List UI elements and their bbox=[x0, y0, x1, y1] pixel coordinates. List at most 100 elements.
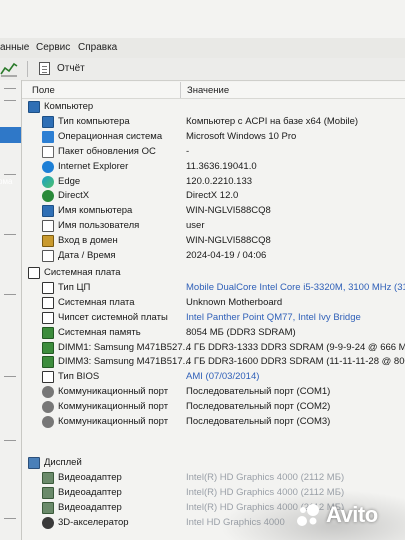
item-label: Коммуникационный порт bbox=[58, 416, 169, 427]
item-value: - bbox=[186, 145, 190, 157]
section-title: Системная плата bbox=[44, 267, 121, 278]
item-label: Коммуникационный порт bbox=[58, 401, 169, 413]
list-item[interactable]: Коммуникационный порт Последовательный по… bbox=[22, 415, 405, 430]
list-item[interactable]: Коммуникационный порт Последовательный по… bbox=[22, 400, 405, 415]
column-header-field[interactable]: Поле bbox=[32, 85, 55, 96]
port-icon bbox=[42, 386, 54, 399]
tree-connector bbox=[4, 294, 16, 295]
item-label: Операционная система bbox=[58, 130, 163, 142]
item-value[interactable]: Mobile DualCore Intel Core i5-3320M, 310… bbox=[186, 282, 405, 293]
menu-item-help[interactable]: Справка bbox=[78, 42, 117, 53]
tree-connector bbox=[4, 440, 16, 441]
chipset-icon bbox=[42, 311, 54, 324]
item-value: 120.0.2210.133 bbox=[186, 175, 253, 187]
item-value: user bbox=[186, 220, 205, 232]
item-label: Системная плата bbox=[58, 296, 135, 308]
list-item[interactable]: Системная память 8054 МБ (DDR3 SDRAM) bbox=[22, 326, 405, 341]
menu-item-service[interactable]: Сервис bbox=[36, 42, 70, 53]
section-header[interactable]: Компьютер bbox=[22, 100, 405, 115]
list-item[interactable]: Системная плата Unknown Motherboard bbox=[22, 296, 405, 311]
list-item[interactable]: Имя компьютера WIN-NGLVI588CQ8 bbox=[22, 204, 405, 219]
tree-connector bbox=[4, 234, 16, 235]
item-label: Видеоадаптер bbox=[58, 486, 122, 498]
item-value[interactable]: Intel Panther Point QM77, Intel Ivy Brid… bbox=[186, 312, 361, 323]
ie-icon bbox=[42, 160, 54, 173]
display-adapter-icon bbox=[42, 471, 54, 484]
column-header-value[interactable]: Значение bbox=[187, 85, 229, 96]
port-icon bbox=[42, 416, 54, 428]
item-value: Intel(R) HD Graphics 4000 (2112 МБ) bbox=[186, 471, 345, 483]
cpu-icon bbox=[42, 281, 54, 294]
memory-icon bbox=[42, 341, 54, 354]
item-value: WIN-NGLVI588CQ8 bbox=[186, 235, 271, 247]
item-label: 3D-акселератор bbox=[58, 516, 129, 528]
column-divider[interactable] bbox=[180, 82, 181, 98]
section-header[interactable]: Системная плата bbox=[22, 266, 405, 281]
tree-connector bbox=[4, 88, 16, 89]
list-item[interactable]: Вход в домен WIN-NGLVI588CQ8 bbox=[22, 234, 405, 249]
item-value: Последовательный порт (COM3) bbox=[186, 416, 331, 427]
item-label: DirectX bbox=[58, 190, 90, 202]
section-title: Компьютер bbox=[44, 101, 94, 112]
list-item[interactable]: Чипсет системной платы Intel Panther Poin… bbox=[22, 311, 405, 326]
item-value: 8054 МБ (DDR3 SDRAM) bbox=[186, 326, 296, 338]
item-value: WIN-NGLVI588CQ8 bbox=[186, 205, 271, 217]
section-title: Дисплей bbox=[44, 457, 82, 468]
list-item[interactable]: Дата / Время 2024-04-19 / 04:06 bbox=[22, 249, 405, 264]
display-adapter-icon bbox=[42, 501, 54, 514]
windows-icon bbox=[42, 130, 54, 143]
item-label: Edge bbox=[58, 175, 81, 187]
report-icon[interactable] bbox=[39, 62, 50, 75]
item-value: Unknown Motherboard bbox=[186, 296, 283, 308]
calendar-icon bbox=[42, 250, 54, 262]
list-header: Поле Значение bbox=[22, 82, 405, 99]
chart-icon[interactable] bbox=[0, 60, 18, 78]
item-label: Тип BIOS bbox=[58, 371, 100, 383]
bios-icon bbox=[42, 371, 54, 384]
item-label: DIMM1: Samsung M471B527... bbox=[58, 341, 191, 353]
item-label: Пакет обновления ОС bbox=[58, 145, 156, 157]
computer-icon bbox=[42, 115, 54, 128]
item-label: Системная память bbox=[58, 326, 141, 338]
list-item[interactable]: Коммуникационный порт Последовательный по… bbox=[22, 385, 405, 400]
list-item[interactable]: Edge 120.0.2210.133 bbox=[22, 175, 405, 190]
menu-item-data[interactable]: анные bbox=[0, 42, 29, 53]
edge-icon bbox=[42, 175, 54, 188]
screen: анные Сервис Справка Отчёт рма Поле Знач… bbox=[0, 0, 405, 540]
navigation-tree-pane[interactable]: рма bbox=[0, 80, 22, 540]
item-label: Вход в домен bbox=[58, 235, 118, 247]
list-item[interactable]: Тип BIOS AMI (07/03/2014) bbox=[22, 370, 405, 385]
motherboard-icon bbox=[42, 296, 54, 309]
display-icon bbox=[28, 457, 40, 469]
directx-icon bbox=[42, 190, 54, 203]
item-label: Видеоадаптер bbox=[58, 501, 122, 513]
list-item[interactable]: Пакет обновления ОС - bbox=[22, 145, 405, 160]
computer-icon bbox=[28, 101, 40, 113]
document-icon bbox=[42, 145, 54, 158]
item-value: Компьютер с ACPI на базе x64 (Mobile) bbox=[186, 115, 359, 127]
domain-icon bbox=[42, 235, 54, 248]
list-item[interactable]: DIMM1: Samsung M471B527... 4 ГБ DDR3-1333… bbox=[22, 341, 405, 356]
item-label: Дата / Время bbox=[58, 250, 116, 261]
avito-logo-text: Avito bbox=[326, 502, 378, 527]
report-button[interactable]: Отчёт bbox=[57, 63, 85, 74]
item-label: Тип компьютера bbox=[58, 115, 130, 127]
list-item[interactable]: Имя пользователя user bbox=[22, 219, 405, 234]
item-value: 4 ГБ DDR3-1600 DDR3 SDRAM (11-11-11-28 @… bbox=[186, 356, 405, 368]
port-icon bbox=[42, 401, 54, 414]
list-item[interactable]: Тип компьютера Компьютер с ACPI на базе x… bbox=[22, 115, 405, 130]
list-item[interactable]: DIMM3: Samsung M471B517... 4 ГБ DDR3-1600… bbox=[22, 355, 405, 370]
list-item[interactable]: Видеоадаптер Intel(R) HD Graphics 4000 (2… bbox=[22, 471, 405, 486]
list-item[interactable]: DirectX DirectX 12.0 bbox=[22, 189, 405, 204]
list-item[interactable]: Операционная система Microsoft Windows 10… bbox=[22, 130, 405, 145]
item-label: Видеоадаптер bbox=[58, 471, 122, 483]
tree-connector bbox=[4, 376, 16, 377]
item-value[interactable]: AMI (07/03/2014) bbox=[186, 371, 259, 382]
list-item[interactable]: Тип ЦП Mobile DualCore Intel Core i5-3320… bbox=[22, 281, 405, 296]
list-item[interactable]: Internet Explorer 11.3636.19041.0 bbox=[22, 160, 405, 175]
tree-item-selected[interactable]: рма bbox=[0, 127, 21, 186]
user-icon bbox=[42, 220, 54, 233]
memory-icon bbox=[42, 356, 54, 369]
avito-watermark: Avito bbox=[296, 498, 396, 532]
section-header[interactable]: Дисплей bbox=[22, 456, 405, 471]
